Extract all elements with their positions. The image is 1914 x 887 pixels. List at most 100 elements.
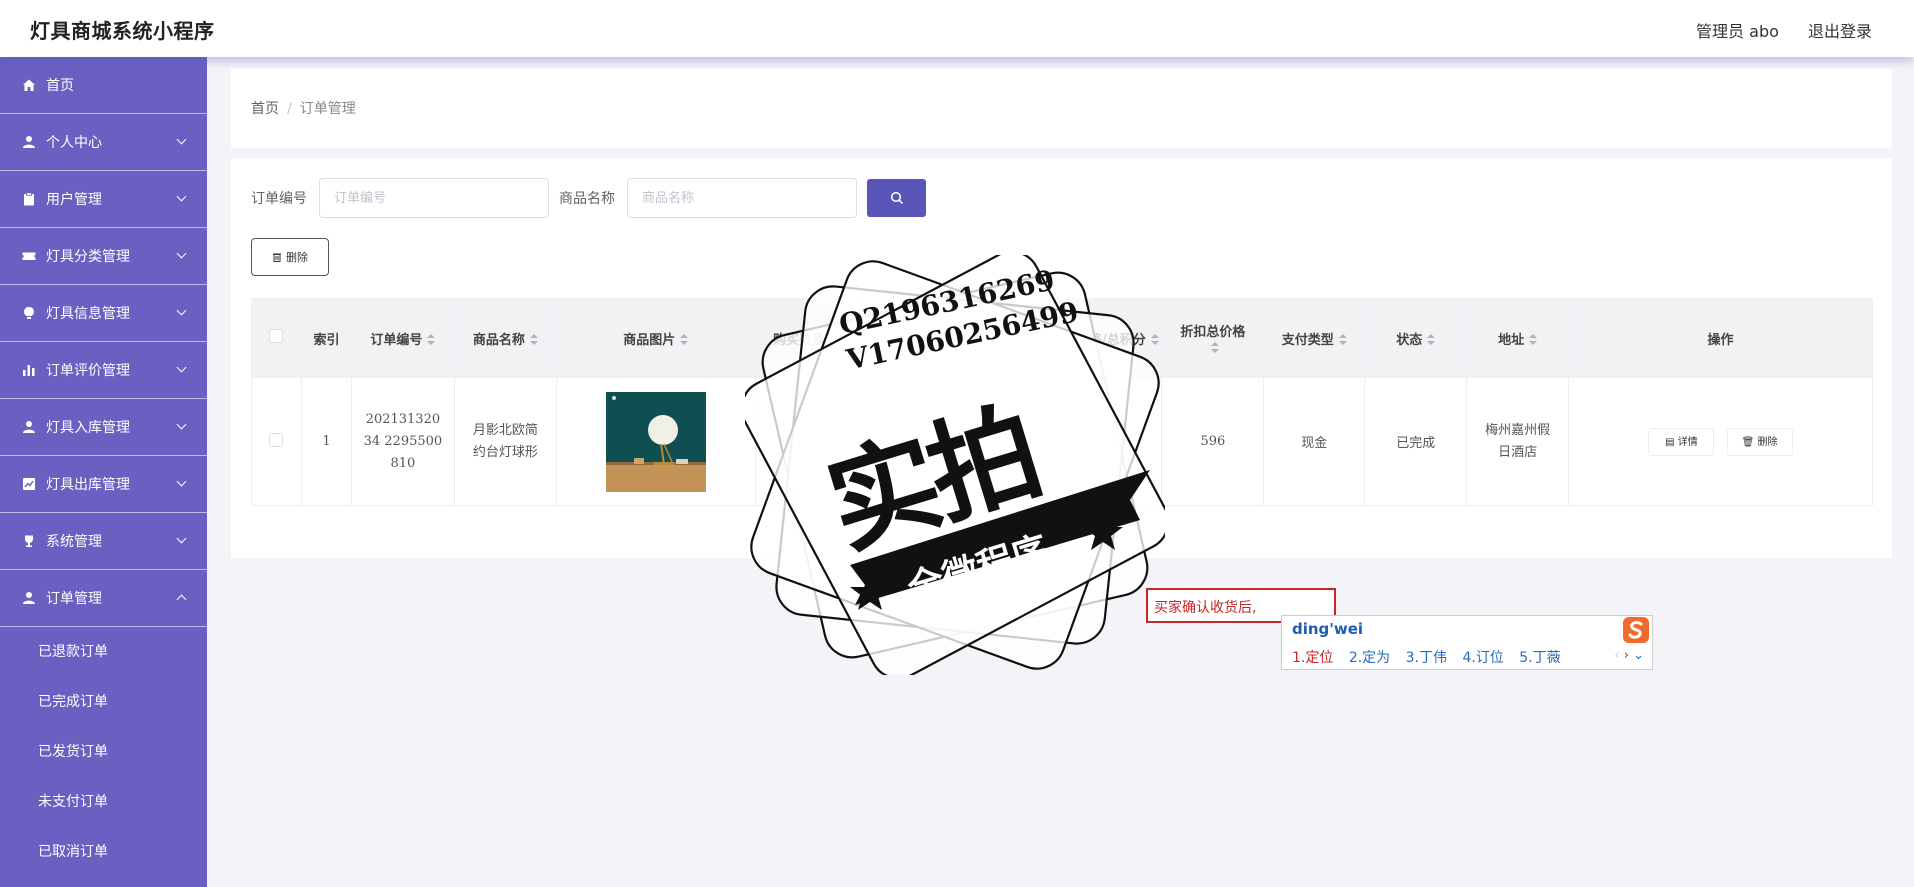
- ime-candidate[interactable]: 2.定为: [1349, 650, 1390, 666]
- row-delete-label: 删除: [1757, 436, 1778, 448]
- sort-icon[interactable]: [905, 341, 914, 354]
- sidebar-item-user-management[interactable]: 用户管理: [0, 171, 207, 228]
- select-all-checkbox[interactable]: [269, 329, 284, 343]
- chevron-right-icon[interactable]: ›: [1624, 648, 1629, 663]
- breadcrumb-home[interactable]: 首页: [251, 101, 279, 117]
- column-header-discount-price[interactable]: 折扣价格: [957, 298, 1061, 378]
- clipboard-icon: [24, 192, 34, 206]
- cell-total-price: 596: [1059, 377, 1163, 506]
- top-bar: 灯具商城系统小程序 管理员 abo 退出登录: [0, 0, 1914, 57]
- cell-price: 298: [855, 377, 959, 506]
- search-button[interactable]: [867, 179, 926, 217]
- page-number-input[interactable]: [1051, 520, 1098, 542]
- ime-page-nav[interactable]: ‹ › ⌄: [1614, 648, 1644, 663]
- breadcrumb-current: 订单管理: [299, 101, 356, 117]
- logout-link[interactable]: 退出登录: [1808, 22, 1872, 41]
- sort-icon[interactable]: [830, 334, 839, 346]
- column-header-index: 索引: [300, 298, 352, 378]
- order-no-input[interactable]: [319, 178, 549, 218]
- sidebar-item-order-review[interactable]: 订单评价管理: [0, 342, 207, 399]
- sort-icon[interactable]: [1338, 334, 1347, 346]
- sort-icon[interactable]: [680, 334, 689, 346]
- detail-button-label: 详情: [1677, 436, 1698, 448]
- column-header-address[interactable]: 地址: [1466, 298, 1570, 378]
- sidebar-item-label: 订单评价管理: [46, 363, 130, 379]
- chevron-down-icon: [176, 419, 187, 430]
- column-header-product-image[interactable]: 商品图片: [555, 298, 756, 378]
- select-all-cell: [251, 298, 302, 378]
- search-icon: [890, 191, 903, 205]
- sidebar-item-label: 系统管理: [46, 534, 102, 550]
- order-submenu: 已退款订单 已完成订单 已发货订单 未支付订单 已取消订单: [0, 627, 207, 877]
- ime-candidate[interactable]: 3.丁伟: [1406, 650, 1447, 666]
- sidebar-item-label: 灯具出库管理: [46, 477, 130, 493]
- chevron-down-icon: [176, 305, 187, 316]
- chevron-up-icon: [176, 594, 187, 605]
- sidebar-item-label: 个人中心: [46, 135, 102, 151]
- sidebar-item-personal-center[interactable]: 个人中心: [0, 114, 207, 171]
- admin-user-label[interactable]: 管理员 abo: [1696, 22, 1779, 41]
- breadcrumb-separator: /: [287, 101, 292, 117]
- submenu-item-refunded[interactable]: 已退款订单: [0, 627, 207, 677]
- chevron-left-icon[interactable]: ‹: [1614, 648, 1619, 663]
- sort-icon[interactable]: [427, 334, 436, 346]
- sidebar: 首页 个人中心 用户管理 灯具分类管理 灯具信息管理 订单评价管理 灯具入库管理…: [0, 57, 207, 887]
- column-header-price[interactable]: 价格/积分: [855, 298, 959, 378]
- cell-product-name: 月影北欧简约台灯球形: [453, 377, 557, 506]
- page-size-select[interactable]: 10条/页: [941, 521, 992, 541]
- home-icon: [23, 79, 35, 91]
- detail-button[interactable]: ▤ 详情: [1648, 427, 1715, 456]
- column-header-discount-total[interactable]: 折扣总价格: [1161, 298, 1265, 378]
- sidebar-item-order-management[interactable]: 订单管理: [0, 570, 207, 627]
- cell-address: 梅州嘉州假日酒店: [1466, 377, 1570, 506]
- chevron-down-icon[interactable]: ⌄: [1633, 648, 1644, 663]
- column-header-status[interactable]: 状态: [1364, 298, 1468, 378]
- sidebar-item-label: 灯具信息管理: [46, 306, 130, 322]
- product-image[interactable]: [605, 391, 706, 492]
- breadcrumb: 首页 / 订单管理: [251, 98, 356, 118]
- cell-discount-total: 596: [1161, 377, 1265, 506]
- order-no-label: 订单编号: [251, 191, 307, 207]
- row-delete-button[interactable]: 🗑 删除: [1726, 427, 1793, 456]
- person-icon: [23, 421, 35, 433]
- column-header-product-name[interactable]: 商品名称: [453, 298, 557, 378]
- ime-candidate[interactable]: 5.丁薇: [1519, 650, 1560, 666]
- chevron-down-icon: [176, 248, 187, 259]
- lightbulb-icon: [24, 307, 34, 319]
- cell-status: 已完成: [1364, 377, 1468, 506]
- submenu-item-unpaid[interactable]: 未支付订单: [0, 777, 207, 827]
- sort-icon[interactable]: [1033, 334, 1042, 346]
- sort-icon[interactable]: [1150, 334, 1159, 346]
- sidebar-item-lamp-info[interactable]: 灯具信息管理: [0, 285, 207, 342]
- column-header-order-no[interactable]: 订单编号: [350, 298, 455, 378]
- submenu-item-completed[interactable]: 已完成订单: [0, 677, 207, 727]
- sidebar-item-lamp-inbound[interactable]: 灯具入库管理: [0, 399, 207, 456]
- sort-icon[interactable]: [1529, 334, 1538, 346]
- sidebar-item-lamp-category[interactable]: 灯具分类管理: [0, 228, 207, 285]
- sort-icon[interactable]: [1427, 334, 1436, 346]
- chevron-down-icon: [176, 362, 187, 373]
- sidebar-item-home[interactable]: 首页: [0, 57, 207, 114]
- table-row: 1 20213132034 2295500810 月影北欧简约台灯球形 2 29…: [251, 377, 1873, 506]
- ime-logo-icon: [1623, 617, 1649, 643]
- submenu-item-cancelled[interactable]: 已取消订单: [0, 827, 207, 877]
- pagination-goto-suffix: 页: [1105, 524, 1120, 540]
- column-header-quantity[interactable]: 购买数量: [754, 298, 857, 378]
- header-actions: 管理员 abo 退出登录: [1672, 18, 1872, 42]
- column-header-total-price[interactable]: 总价格/总积分: [1059, 298, 1163, 378]
- ime-candidate[interactable]: 4.订位: [1462, 650, 1503, 666]
- table-header-row: 索引 订单编号 商品名称 商品图片 购买数量 价格/积分 折扣价格 总价格/总积…: [251, 298, 1873, 378]
- sort-icon[interactable]: [529, 334, 538, 346]
- order-list-card: 订单编号 商品名称 删除 索引 订单编号 商品名称 商品图片 购买数量 价格/积…: [231, 158, 1892, 558]
- submenu-item-shipped[interactable]: 已发货订单: [0, 727, 207, 777]
- row-checkbox[interactable]: [269, 432, 284, 447]
- ime-candidate[interactable]: 1.定位: [1292, 650, 1333, 666]
- sidebar-item-system-management[interactable]: 系统管理: [0, 513, 207, 570]
- cell-actions: ▤ 详情 🗑 删除: [1568, 377, 1873, 506]
- product-name-input[interactable]: [627, 178, 857, 218]
- column-header-pay-type[interactable]: 支付类型: [1263, 298, 1366, 378]
- batch-delete-button[interactable]: 删除: [251, 238, 329, 276]
- sort-icon[interactable]: [1211, 341, 1220, 354]
- sidebar-item-lamp-outbound[interactable]: 灯具出库管理: [0, 456, 207, 513]
- ime-candidate-panel: ding'wei 1.定位 2.定为 3.丁伟 4.订位 5.丁薇 ‹ › ⌄: [1281, 615, 1653, 670]
